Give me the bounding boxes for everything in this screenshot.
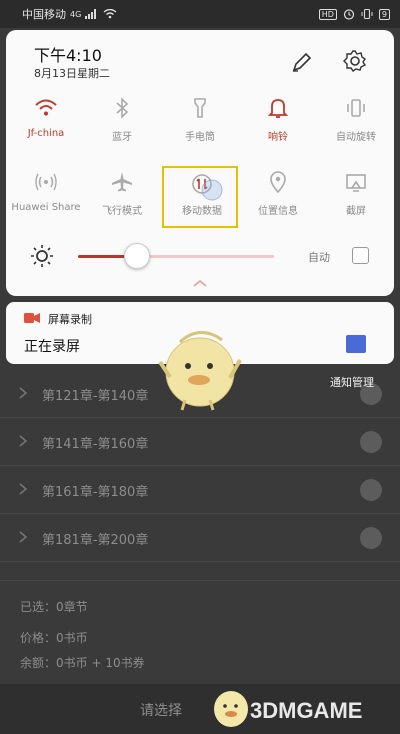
tile-auto-rotate[interactable]: 自动旋转 — [318, 92, 394, 154]
chapter-row[interactable]: 第161章-第180章 — [0, 466, 400, 514]
clock-date: 8月13日星期二 — [34, 67, 110, 80]
chevron-right-icon — [19, 531, 28, 543]
status-bar: 中国移动 4G HD 9 — [0, 0, 400, 28]
tile-airplane[interactable]: 飞行模式 — [84, 166, 160, 228]
balance-label: 余额：0书币 + 10书券 — [20, 656, 145, 670]
signal-icon — [85, 9, 97, 19]
price-label: 价格：0书币 — [20, 631, 88, 645]
carrier-label: 中国移动 — [22, 8, 66, 21]
tile-location[interactable]: 位置信息 — [240, 166, 316, 228]
quick-settings-panel: 下午4:10 8月13日星期二 Jf-china 蓝牙 手电筒 响铃 自动旋转 … — [6, 30, 394, 296]
edit-pencil-icon[interactable] — [290, 50, 314, 74]
brightness-slider-knob[interactable] — [123, 243, 150, 269]
wifi-status-icon — [103, 9, 117, 19]
tile-label: 移动数据 — [182, 206, 222, 217]
watermark-mascot-icon — [214, 691, 248, 727]
chapter-row[interactable]: 第141章-第160章 — [0, 418, 400, 466]
notification-app-name: 屏幕录制 — [48, 313, 92, 326]
tile-label: 响铃 — [268, 132, 288, 143]
auto-brightness-checkbox[interactable] — [352, 247, 369, 264]
check-circle-icon[interactable] — [360, 431, 382, 453]
video-record-icon — [24, 313, 40, 323]
chevron-right-icon — [19, 483, 28, 495]
chevron-up-icon[interactable] — [192, 278, 208, 288]
airplane-icon — [112, 172, 132, 192]
alarm-icon — [343, 9, 355, 20]
tile-mobile-data[interactable]: 移动数据 — [162, 166, 238, 228]
selected-count: 已选：0章节 — [20, 600, 88, 614]
bluetooth-icon — [116, 97, 129, 119]
tile-label: 蓝牙 — [112, 132, 132, 143]
brightness-slider[interactable] — [78, 243, 274, 269]
network-type: 4G — [70, 9, 82, 19]
tile-label: 自动旋转 — [336, 132, 376, 143]
tile-huawei-share[interactable]: Huawei Share — [8, 166, 84, 228]
chapter-name: 第161章-第180章 — [42, 485, 149, 500]
brightness-sun-icon — [31, 245, 53, 267]
chevron-right-icon — [19, 435, 28, 447]
battery-level: 9 — [381, 9, 387, 19]
summary-divider — [0, 580, 400, 581]
check-circle-icon[interactable] — [360, 479, 382, 501]
chapter-name: 第141章-第160章 — [42, 437, 149, 452]
touch-indicator-icon — [201, 179, 223, 201]
auto-brightness-label: 自动 — [308, 251, 330, 264]
vibrate-icon — [361, 8, 373, 20]
watermark-text: 3DMGAME — [250, 698, 363, 723]
chapter-name: 第181章-第200章 — [42, 533, 149, 548]
settings-gear-icon[interactable] — [342, 48, 368, 74]
chapter-row[interactable]: 第181章-第200章 — [0, 514, 400, 562]
notification-text: 正在录屏 — [24, 339, 80, 355]
hd-badge: HD — [318, 8, 337, 20]
tile-label: 截屏 — [346, 206, 366, 217]
bell-icon — [267, 99, 289, 118]
select-button[interactable]: 请选择 — [140, 700, 182, 720]
tile-screenshot[interactable]: 截屏 — [318, 166, 394, 228]
tile-label: 位置信息 — [258, 206, 298, 217]
chapter-name: 第121章-第140章 — [42, 389, 149, 404]
battery-icon: 9 — [378, 8, 390, 20]
tile-label: 飞行模式 — [102, 206, 142, 217]
tile-label: 手电筒 — [185, 132, 215, 143]
tile-wifi[interactable]: Jf-china — [8, 92, 84, 154]
tile-flashlight[interactable]: 手电筒 — [162, 92, 238, 154]
auto-rotate-icon — [347, 99, 365, 117]
huawei-share-icon — [35, 173, 57, 191]
tile-ring[interactable]: 响铃 — [240, 92, 316, 154]
tile-label: Huawei Share — [11, 202, 81, 213]
chevron-right-icon — [19, 387, 28, 399]
location-icon — [270, 171, 286, 194]
screenshot-icon — [346, 174, 366, 192]
wifi-icon — [35, 99, 57, 116]
notification-manage-link[interactable]: 通知管理 — [330, 374, 374, 390]
clock-time: 下午4:10 — [34, 46, 102, 65]
watermark-mascot-icon — [158, 331, 242, 411]
flashlight-icon — [194, 98, 206, 118]
tile-bluetooth[interactable]: 蓝牙 — [84, 92, 160, 154]
stop-record-button[interactable] — [346, 335, 366, 353]
check-circle-icon[interactable] — [360, 527, 382, 549]
tile-label: Jf-china — [27, 128, 65, 139]
